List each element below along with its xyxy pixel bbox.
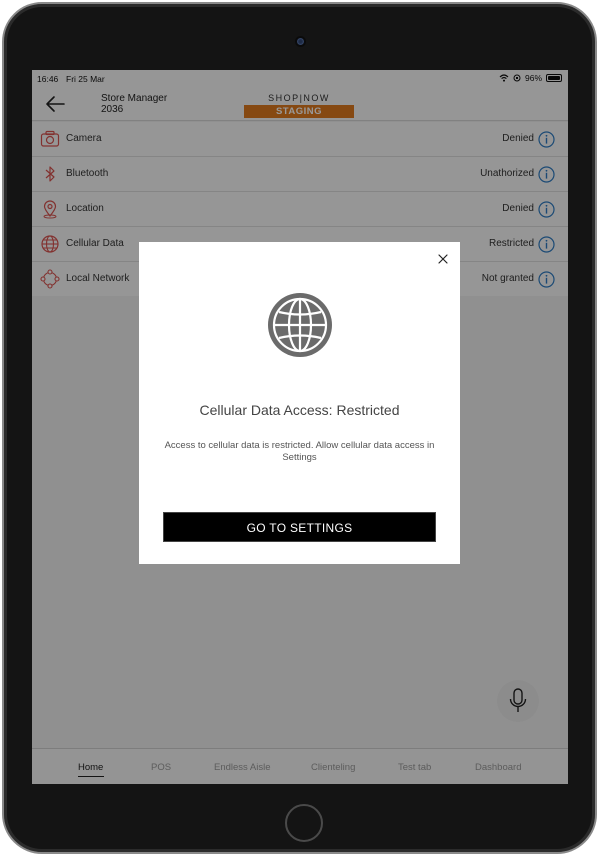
go-to-settings-button[interactable]: GO TO SETTINGS [163, 512, 436, 542]
permission-dialog: Cellular Data Access: Restricted Access … [139, 242, 460, 564]
app-screen: 16:46 Fri 25 Mar 96% Store Manager 2036 … [32, 70, 568, 784]
front-camera [295, 36, 306, 47]
close-icon[interactable] [436, 252, 450, 266]
globe-icon [268, 293, 332, 357]
dialog-title: Cellular Data Access: Restricted [199, 402, 400, 418]
home-button[interactable] [285, 804, 323, 842]
dialog-message: Access to cellular data is restricted. A… [164, 440, 435, 463]
